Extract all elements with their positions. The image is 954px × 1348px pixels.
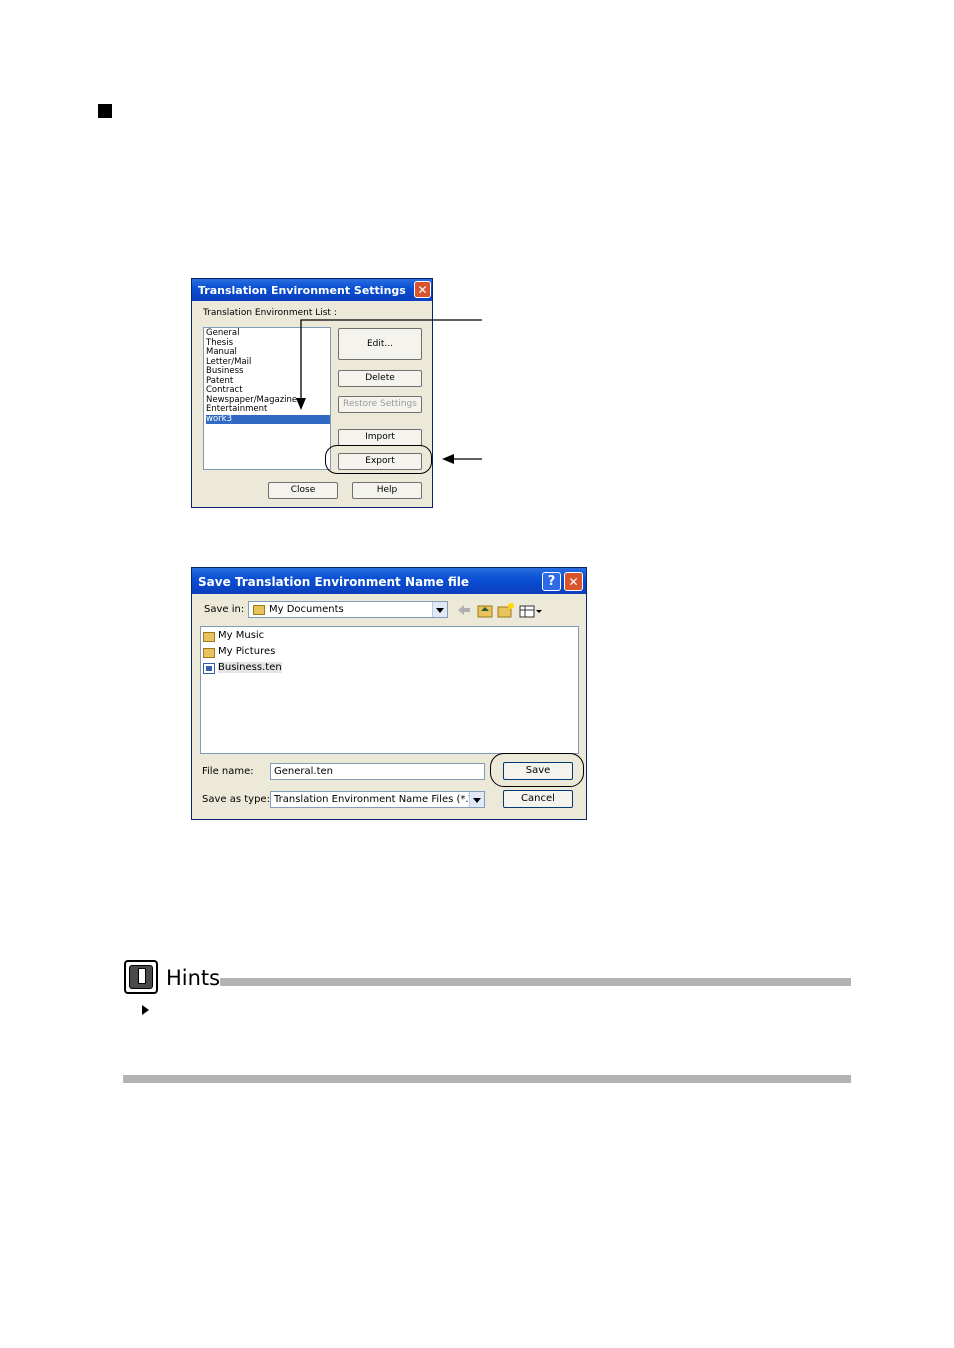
save-highlight-ring	[490, 753, 584, 787]
save-as-type-label: Save as type:	[202, 794, 270, 805]
save-as-type-value: Translation Environment Name Files (*.TE…	[274, 794, 485, 805]
list-callout-line	[300, 319, 482, 400]
back-icon[interactable]	[458, 605, 470, 615]
pencil-icon	[138, 968, 146, 984]
file-item-business[interactable]: Business.ten	[218, 662, 282, 673]
file-list[interactable]: My Music My Pictures Business.ten	[200, 626, 579, 754]
pencil-hint-icon	[124, 960, 158, 994]
save-in-value: My Documents	[269, 604, 344, 615]
dialog2-close-icon[interactable]: ✕	[564, 572, 583, 591]
folder-icon	[203, 632, 215, 642]
up-folder-icon[interactable]	[477, 605, 493, 618]
chevron-down-icon[interactable]	[432, 602, 447, 617]
dialog2-title: Save Translation Environment Name file	[198, 575, 470, 589]
hints-bottom-rule	[123, 1075, 851, 1083]
save-as-type-dropdown[interactable]: Translation Environment Name Files (*.TE…	[270, 791, 485, 808]
list-callout-arrowhead	[296, 398, 306, 410]
file-name-input[interactable]: General.ten	[270, 763, 485, 780]
save-toolbar	[458, 603, 542, 618]
my-documents-icon	[253, 605, 265, 615]
view-menu-icon[interactable]	[519, 605, 542, 618]
file-name-label: File name:	[202, 766, 254, 777]
save-in-label: Save in:	[204, 604, 245, 615]
folder-icon	[203, 648, 215, 658]
hint-bullet-icon	[142, 1005, 149, 1015]
file-item-my-pictures[interactable]: My Pictures	[218, 646, 275, 657]
dialog2-titlebar[interactable]: Save Translation Environment Name file ?…	[192, 568, 586, 594]
new-folder-icon[interactable]	[497, 603, 514, 618]
hints-title: Hints	[166, 966, 221, 990]
hints-top-rule	[220, 978, 851, 986]
save-in-dropdown[interactable]: My Documents	[248, 601, 448, 618]
cancel-button[interactable]: Cancel	[503, 790, 573, 808]
help-icon[interactable]: ?	[542, 572, 561, 591]
export-callout-arrowhead	[442, 454, 454, 464]
file-name-value: General.ten	[274, 766, 333, 777]
chevron-down-icon[interactable]	[469, 792, 484, 807]
ten-file-icon	[203, 663, 215, 674]
file-item-my-music[interactable]: My Music	[218, 630, 264, 641]
